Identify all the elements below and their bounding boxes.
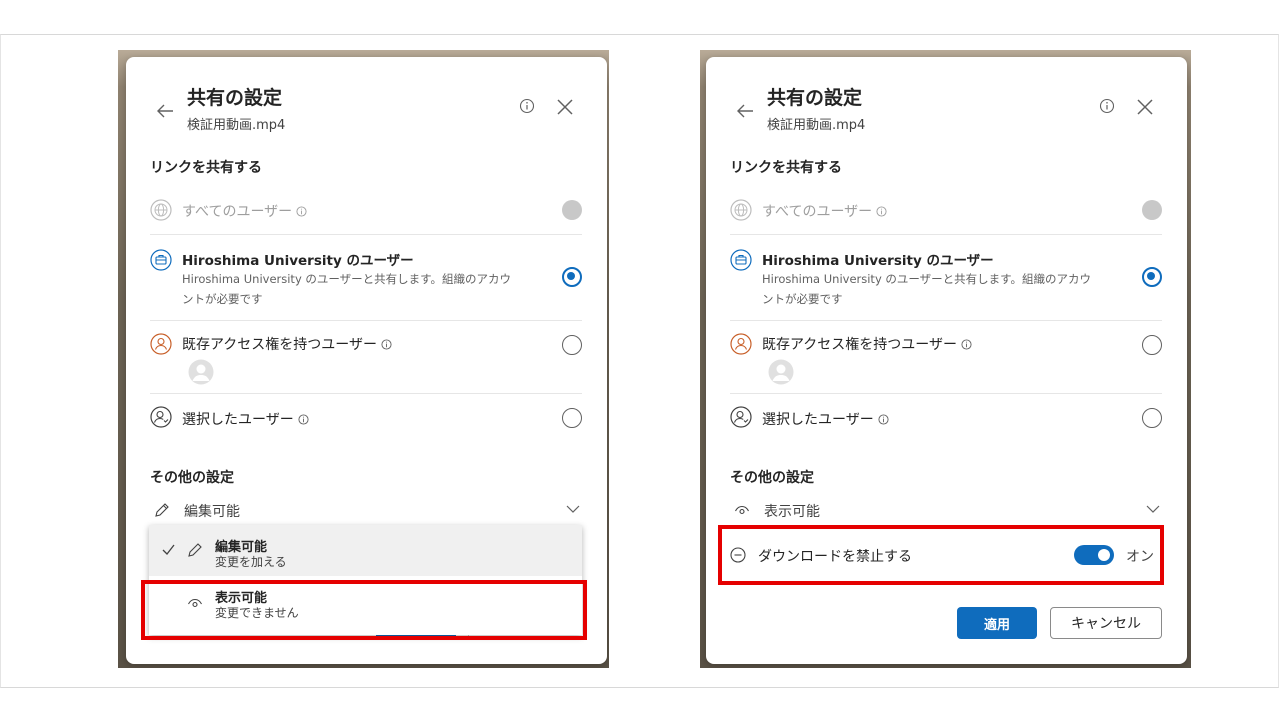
divider: [150, 320, 582, 321]
share-settings-dialog: 共有の設定 検証用動画.mp4 リンクを共有する すべてのユーザー Hirosh…: [706, 57, 1187, 664]
info-icon[interactable]: [298, 414, 309, 425]
person-add-icon: [150, 406, 172, 428]
share-settings-dialog: 共有の設定 検証用動画.mp4 リンクを共有する すべてのユーザー Hirosh…: [126, 57, 607, 664]
file-name: 検証用動画.mp4: [767, 118, 866, 133]
option-existing-access[interactable]: 既存アクセス権を持つユーザー: [150, 333, 582, 387]
option-label: すべてのユーザー: [762, 201, 887, 221]
permission-value: 表示可能: [764, 504, 820, 520]
option-description: Hiroshima University のユーザーと共有します。組織のアカウン…: [182, 272, 512, 306]
info-icon[interactable]: [296, 206, 307, 217]
link-section-heading: リンクを共有する: [730, 160, 842, 176]
info-icon[interactable]: [878, 414, 889, 425]
info-icon[interactable]: [519, 98, 535, 114]
menu-item-description: 変更できません: [215, 606, 299, 620]
divider: [730, 320, 1162, 321]
eye-icon: [735, 505, 749, 515]
info-icon[interactable]: [1099, 98, 1115, 114]
radio-existing-access[interactable]: [562, 335, 582, 355]
chevron-down-icon: [566, 505, 580, 513]
option-existing-access[interactable]: 既存アクセス権を持つユーザー: [730, 333, 1162, 387]
radio-existing-access[interactable]: [1142, 335, 1162, 355]
option-label: Hiroshima University のユーザー: [762, 253, 994, 269]
cancel-button[interactable]: キャンセル: [1050, 607, 1162, 639]
option-specific-people[interactable]: 選択したユーザー: [150, 406, 582, 430]
option-specific-people[interactable]: 選択したユーザー: [730, 406, 1162, 430]
option-label: Hiroshima University のユーザー: [182, 253, 414, 269]
briefcase-icon: [730, 249, 752, 271]
menu-item-can-view[interactable]: 表示可能 変更できません: [149, 580, 582, 631]
radio-organization[interactable]: [562, 267, 582, 287]
radio-specific-people[interactable]: [1142, 408, 1162, 428]
menu-item-can-edit[interactable]: 編集可能 変更を加える: [149, 525, 582, 576]
divider: [730, 234, 1162, 235]
back-arrow-icon[interactable]: [736, 103, 754, 119]
right-screenshot: 共有の設定 検証用動画.mp4 リンクを共有する すべてのユーザー Hirosh…: [700, 50, 1191, 668]
globe-icon: [150, 199, 172, 221]
option-label: すべてのユーザー: [182, 201, 307, 221]
menu-item-description: 変更を加える: [215, 555, 287, 569]
radio-anyone: [562, 200, 582, 220]
permission-dropdown[interactable]: 編集可能: [154, 499, 582, 521]
other-settings-heading: その他の設定: [150, 470, 234, 486]
person-add-icon: [730, 406, 752, 428]
dialog-title: 共有の設定: [187, 87, 283, 109]
divider: [150, 393, 582, 394]
option-label: 既存アクセス権を持つユーザー: [182, 334, 392, 354]
person-icon: [150, 333, 172, 355]
globe-icon: [730, 199, 752, 221]
link-section-heading: リンクを共有する: [150, 160, 262, 176]
info-icon[interactable]: [961, 339, 972, 350]
pencil-icon: [155, 503, 169, 517]
left-screenshot: 共有の設定 検証用動画.mp4 リンクを共有する すべてのユーザー Hirosh…: [118, 50, 609, 668]
toggle-state-label: オン: [1126, 549, 1154, 565]
option-label: 選択したユーザー: [762, 409, 889, 429]
option-label: 選択したユーザー: [182, 409, 309, 429]
avatar: [188, 359, 214, 385]
dialog-title: 共有の設定: [767, 87, 863, 109]
option-description: Hiroshima University のユーザーと共有します。組織のアカウン…: [762, 272, 1092, 306]
chevron-down-icon: [1146, 505, 1160, 513]
briefcase-icon: [150, 249, 172, 271]
option-label: 既存アクセス権を持つユーザー: [762, 334, 972, 354]
eye-icon: [188, 598, 202, 608]
option-anyone[interactable]: すべてのユーザー: [730, 198, 1162, 222]
radio-specific-people[interactable]: [562, 408, 582, 428]
close-icon[interactable]: [1136, 98, 1154, 116]
radio-organization[interactable]: [1142, 267, 1162, 287]
other-settings-heading: その他の設定: [730, 470, 814, 486]
apply-button[interactable]: 適用: [957, 607, 1037, 639]
block-icon: [730, 547, 746, 563]
block-download-label: ダウンロードを禁止する: [758, 549, 912, 565]
option-organization[interactable]: Hiroshima University のユーザー Hiroshima Uni…: [150, 247, 582, 307]
block-download-toggle[interactable]: [1074, 545, 1114, 565]
divider: [730, 393, 1162, 394]
block-download-row: ダウンロードを禁止する オン: [730, 541, 1162, 569]
divider: [150, 234, 582, 235]
person-icon: [730, 333, 752, 355]
option-anyone[interactable]: すべてのユーザー: [150, 198, 582, 222]
permission-menu: 編集可能 変更を加える 表示可能 変更できません: [149, 525, 582, 635]
back-arrow-icon[interactable]: [156, 103, 174, 119]
permission-value: 編集可能: [184, 504, 240, 520]
info-icon[interactable]: [381, 339, 392, 350]
check-icon: [162, 544, 175, 555]
pencil-icon: [188, 543, 202, 557]
close-icon[interactable]: [556, 98, 574, 116]
option-organization[interactable]: Hiroshima University のユーザー Hiroshima Uni…: [730, 247, 1162, 307]
permission-dropdown[interactable]: 表示可能: [734, 499, 1162, 521]
info-icon[interactable]: [876, 206, 887, 217]
file-name: 検証用動画.mp4: [187, 118, 286, 133]
avatar: [768, 359, 794, 385]
radio-anyone: [1142, 200, 1162, 220]
